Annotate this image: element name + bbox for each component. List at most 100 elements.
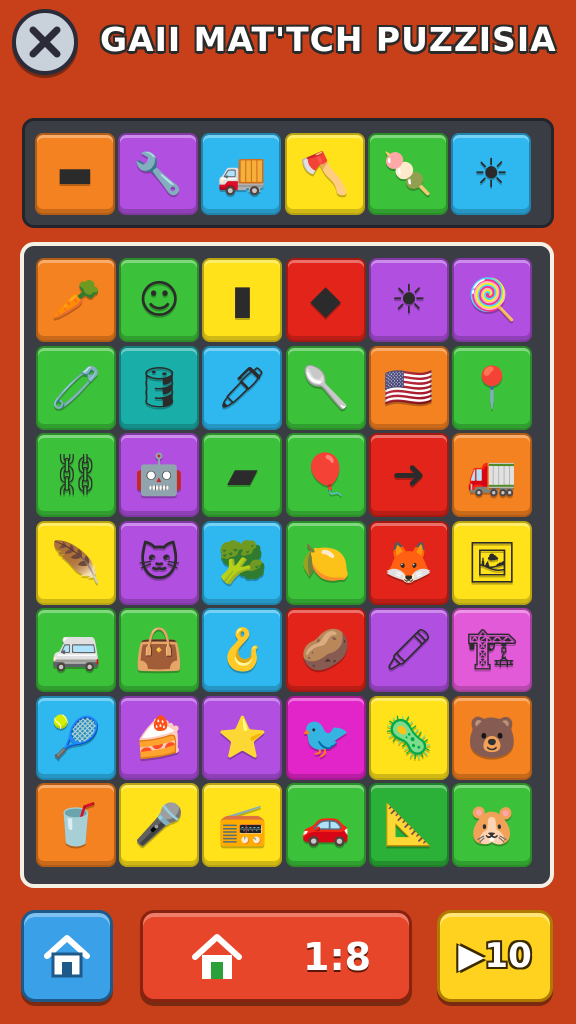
- tray-tile[interactable]: 🪓: [284, 133, 365, 215]
- fox-face-icon: 🦊: [383, 539, 434, 586]
- safety-pin-icon: 🧷: [51, 364, 101, 411]
- board-tile[interactable]: 🥤: [36, 783, 116, 867]
- board-tile[interactable]: ☺: [119, 258, 200, 342]
- tray-tile[interactable]: ☀: [451, 133, 531, 215]
- board-tile[interactable]: 🥕: [36, 258, 116, 342]
- close-icon: [29, 26, 61, 58]
- board-tile[interactable]: ➜: [368, 433, 449, 517]
- board-tile[interactable]: 🖊: [202, 345, 283, 430]
- bird-icon: 🐦: [300, 714, 351, 761]
- broccoli-icon: 🥦: [217, 539, 268, 586]
- tray-tile[interactable]: 🔧: [118, 133, 199, 215]
- board-tile[interactable]: ⛓: [36, 433, 116, 517]
- conveyor-icon: ⛓: [50, 452, 102, 498]
- beach-ball-icon: 🎾: [51, 714, 101, 761]
- board-tile[interactable]: 🦊: [368, 520, 449, 605]
- board-tile[interactable]: 🖼: [452, 520, 532, 605]
- toy-robot-icon: 🤖: [134, 452, 185, 498]
- spoon-icon: 🥄: [300, 364, 351, 411]
- board-tile[interactable]: 🐻: [452, 695, 532, 780]
- rainbow-lollipop-icon: 🍭: [467, 277, 517, 323]
- board-tile[interactable]: 🏗: [452, 608, 532, 692]
- pen-icon: 🖊: [217, 364, 268, 411]
- board-tile[interactable]: 🐹: [452, 783, 532, 867]
- play-next-button[interactable]: ▶10: [437, 910, 553, 1002]
- arrow-right-icon: ➜: [392, 452, 426, 498]
- play-next-label: ▶10: [458, 936, 532, 976]
- board-tile[interactable]: 🎈: [285, 433, 366, 517]
- board-tile[interactable]: 🍋: [285, 520, 366, 605]
- board-tile[interactable]: 👜: [119, 608, 200, 692]
- board-tile[interactable]: 🥄: [285, 345, 366, 430]
- board-tile[interactable]: 🐦: [285, 695, 366, 780]
- green-gem-icon: ◆: [310, 277, 341, 323]
- board-tile[interactable]: ▮: [202, 258, 283, 342]
- tile-tray: ▬ 🔧 🚚 🪓 🍡 ☀: [22, 118, 554, 228]
- cat-face-icon: 🐱: [138, 539, 181, 586]
- microphone-icon: 🎤: [134, 802, 185, 848]
- board-tile[interactable]: 🛢: [119, 345, 200, 430]
- board-tile[interactable]: 🍰: [119, 695, 200, 780]
- board-tile[interactable]: 🖍: [368, 608, 449, 692]
- lemon-icon: 🍋: [300, 539, 351, 586]
- board-tile[interactable]: 🚛: [452, 433, 532, 517]
- sun-icon: ☀: [473, 151, 509, 197]
- board-tile[interactable]: 🧷: [36, 345, 116, 430]
- flag-icon: 🇺🇸: [383, 364, 434, 411]
- star-popsicle-icon: ⭐: [217, 714, 268, 761]
- eraser-icon: ▬: [56, 151, 94, 197]
- sun-face-icon: ☀: [390, 277, 427, 323]
- red-truck-icon: 🚛: [467, 452, 517, 498]
- green-virus-icon: 🦠: [383, 714, 434, 761]
- board-tile[interactable]: 🦠: [368, 695, 449, 780]
- hook-icon: 🪝: [217, 627, 268, 673]
- board-tile[interactable]: 🪝: [202, 608, 283, 692]
- hamster-icon: 🐹: [467, 802, 517, 848]
- board-tile[interactable]: 📐: [368, 783, 449, 867]
- bear-face-icon: 🐻: [467, 714, 517, 761]
- balloon-icon: 🎈: [300, 452, 351, 498]
- close-button[interactable]: [12, 9, 78, 75]
- home-button[interactable]: [21, 910, 113, 1002]
- board-tile[interactable]: 🚗: [285, 783, 366, 867]
- board-tile[interactable]: 🎾: [36, 695, 116, 780]
- feather-icon: 🪶: [51, 539, 101, 586]
- wrench-icon: 🔧: [133, 151, 184, 197]
- board-tile[interactable]: 🚐: [36, 608, 116, 692]
- board-tile[interactable]: 📍: [452, 345, 532, 430]
- board-tile[interactable]: 📻: [202, 783, 283, 867]
- level-indicator-button[interactable]: 1:8: [140, 910, 412, 1002]
- toy-truck-icon: 🚚: [216, 151, 267, 197]
- board-tile[interactable]: 🥦: [202, 520, 283, 605]
- barrel-icon: 🛢: [133, 364, 185, 411]
- house-icon: [191, 931, 243, 983]
- board-tile[interactable]: 🥔: [285, 608, 366, 692]
- board-tile[interactable]: 🐱: [119, 520, 200, 605]
- popsicle-icon: 🍡: [382, 151, 433, 197]
- picture-frame-icon: 🖼: [466, 539, 518, 586]
- green-van-icon: 🚐: [51, 627, 101, 673]
- level-counter: 1:8: [303, 935, 372, 979]
- tray-tile[interactable]: 🍡: [367, 133, 448, 215]
- board-tile[interactable]: ⭐: [202, 695, 283, 780]
- butter-block-icon: ▰: [227, 452, 258, 498]
- axe-icon: 🪓: [299, 151, 350, 197]
- tray-tile[interactable]: ▬: [35, 133, 115, 215]
- purple-radio-icon: 📻: [217, 802, 268, 848]
- pink-cup-face-icon: ☺: [138, 277, 181, 323]
- usb-stick-icon: ▮: [231, 277, 254, 323]
- board-tile[interactable]: 🇺🇸: [368, 345, 449, 430]
- compass-icon: 📐: [383, 802, 434, 848]
- board-tile[interactable]: 🪶: [36, 520, 116, 605]
- board-tile[interactable]: 🤖: [119, 433, 200, 517]
- map-pin-icon: 📍: [467, 364, 517, 411]
- home-icon: [44, 935, 90, 978]
- board-tile[interactable]: 🎤: [119, 783, 200, 867]
- board-tile[interactable]: ◆: [285, 258, 366, 342]
- tray-tile[interactable]: 🚚: [201, 133, 282, 215]
- board-tile[interactable]: ☀: [368, 258, 449, 342]
- pink-car-icon: 🚗: [300, 802, 351, 848]
- board-tile[interactable]: ▰: [202, 433, 283, 517]
- green-cup-icon: 🥤: [51, 802, 101, 848]
- board-tile[interactable]: 🍭: [452, 258, 532, 342]
